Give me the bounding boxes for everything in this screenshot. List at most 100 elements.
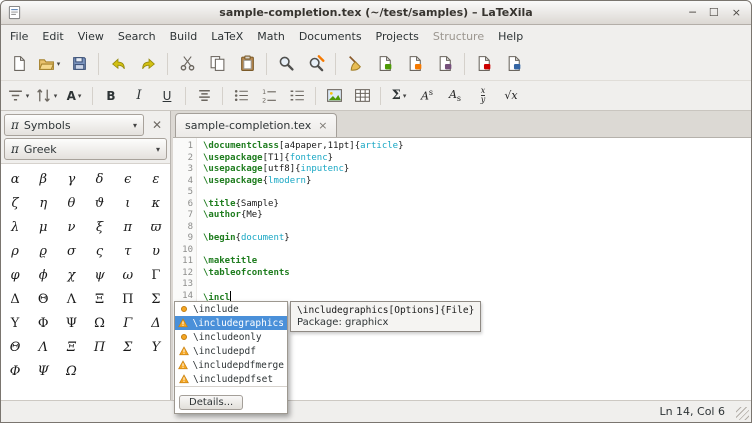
- close-sidebar-button[interactable]: ✕: [147, 115, 167, 135]
- tab-close-icon[interactable]: ×: [318, 120, 327, 131]
- search-replace-button[interactable]: [301, 51, 331, 77]
- clean-build-files-button[interactable]: [340, 51, 370, 77]
- enumerate-button[interactable]: 12: [255, 85, 283, 107]
- character-size-dropdown[interactable]: A▾: [60, 85, 88, 107]
- menu-search[interactable]: Search: [111, 26, 163, 47]
- greek-symbol[interactable]: ϵ: [114, 167, 142, 191]
- greek-symbol[interactable]: ζ: [1, 191, 29, 215]
- compile-pdflatex-button[interactable]: [400, 51, 430, 77]
- menu-file[interactable]: File: [3, 26, 35, 47]
- fraction-button[interactable]: xy: [469, 85, 497, 107]
- greek-symbol[interactable]: Γ: [142, 263, 170, 287]
- convert-document-button[interactable]: [430, 51, 460, 77]
- greek-symbol[interactable]: Λ: [57, 287, 85, 311]
- search-button[interactable]: [271, 51, 301, 77]
- greek-symbol[interactable]: ρ: [1, 239, 29, 263]
- greek-symbol[interactable]: θ: [57, 191, 85, 215]
- paste-button[interactable]: [232, 51, 262, 77]
- greek-symbol[interactable]: Υ: [142, 335, 170, 359]
- menu-projects[interactable]: Projects: [369, 26, 426, 47]
- description-button[interactable]: [283, 85, 311, 107]
- minimize-button[interactable]: ─: [689, 7, 696, 18]
- new-document-button[interactable]: [4, 51, 34, 77]
- completion-item[interactable]: \includepdf: [175, 344, 287, 358]
- greek-symbol[interactable]: σ: [57, 239, 85, 263]
- greek-symbol[interactable]: δ: [85, 167, 113, 191]
- greek-symbol[interactable]: Δ: [142, 311, 170, 335]
- copy-button[interactable]: [202, 51, 232, 77]
- greek-symbol[interactable]: π: [114, 215, 142, 239]
- greek-symbol[interactable]: χ: [57, 263, 85, 287]
- completion-item[interactable]: \includeonly: [175, 330, 287, 344]
- tab-sample-completion[interactable]: sample-completion.tex ×: [175, 113, 337, 137]
- greek-symbol[interactable]: Θ: [29, 287, 57, 311]
- menu-math[interactable]: Math: [250, 26, 292, 47]
- menu-edit[interactable]: Edit: [35, 26, 70, 47]
- greek-symbol[interactable]: Π: [85, 335, 113, 359]
- greek-symbol[interactable]: Υ: [1, 311, 29, 335]
- resize-grip[interactable]: [736, 407, 749, 420]
- greek-symbol[interactable]: ϖ: [142, 215, 170, 239]
- save-button[interactable]: [64, 51, 94, 77]
- compile-latex-button[interactable]: [370, 51, 400, 77]
- maximize-button[interactable]: ☐: [709, 7, 719, 18]
- greek-symbol[interactable]: ω: [114, 263, 142, 287]
- greek-symbol[interactable]: λ: [1, 215, 29, 239]
- details-button[interactable]: Details...: [179, 395, 243, 410]
- completion-item[interactable]: \includepdfmerge: [175, 358, 287, 372]
- insert-table-button[interactable]: [348, 85, 376, 107]
- titlebar[interactable]: sample-completion.tex (~/test/samples) –…: [1, 1, 751, 25]
- greek-symbol[interactable]: Θ: [1, 335, 29, 359]
- menu-build[interactable]: Build: [163, 26, 205, 47]
- undo-button[interactable]: [103, 51, 133, 77]
- greek-symbol[interactable]: ϱ: [29, 239, 57, 263]
- menu-documents[interactable]: Documents: [292, 26, 369, 47]
- greek-symbol[interactable]: Φ: [1, 359, 29, 383]
- greek-symbol[interactable]: ι: [114, 191, 142, 215]
- sections-dropdown[interactable]: ▾: [4, 85, 32, 107]
- greek-symbol[interactable]: Ω: [85, 311, 113, 335]
- greek-symbol[interactable]: ψ: [85, 263, 113, 287]
- greek-symbol[interactable]: β: [29, 167, 57, 191]
- greek-symbol[interactable]: Ω: [57, 359, 85, 383]
- greek-symbol[interactable]: ϕ: [29, 263, 57, 287]
- view-pdf-button[interactable]: [469, 51, 499, 77]
- math-dropdown[interactable]: Σ▾: [385, 85, 413, 107]
- sqrt-button[interactable]: √x: [497, 85, 525, 107]
- greek-symbol[interactable]: γ: [57, 167, 85, 191]
- itemize-button[interactable]: [227, 85, 255, 107]
- greek-symbol[interactable]: ς: [85, 239, 113, 263]
- greek-symbol[interactable]: τ: [114, 239, 142, 263]
- symbol-category-selector[interactable]: π Greek ▾: [4, 138, 167, 160]
- completion-item[interactable]: \include: [175, 302, 287, 316]
- underline-button[interactable]: U: [153, 85, 181, 107]
- close-button[interactable]: ×: [732, 7, 741, 18]
- greek-symbol[interactable]: Ψ: [29, 359, 57, 383]
- greek-symbol[interactable]: Ξ: [57, 335, 85, 359]
- bold-button[interactable]: B: [97, 85, 125, 107]
- menu-latex[interactable]: LaTeX: [204, 26, 250, 47]
- greek-symbol[interactable]: α: [1, 167, 29, 191]
- menu-help[interactable]: Help: [491, 26, 530, 47]
- open-button[interactable]: ▾: [34, 51, 64, 77]
- greek-symbol[interactable]: Σ: [114, 335, 142, 359]
- redo-button[interactable]: [133, 51, 163, 77]
- greek-symbol[interactable]: η: [29, 191, 57, 215]
- completion-item[interactable]: \includepdfset: [175, 372, 287, 386]
- greek-symbol[interactable]: Σ: [142, 287, 170, 311]
- greek-symbol[interactable]: υ: [142, 239, 170, 263]
- greek-symbol[interactable]: Λ: [29, 335, 57, 359]
- greek-symbol[interactable]: ξ: [85, 215, 113, 239]
- insert-image-button[interactable]: [320, 85, 348, 107]
- center-button[interactable]: [190, 85, 218, 107]
- greek-symbol[interactable]: ε: [142, 167, 170, 191]
- greek-symbol[interactable]: ϑ: [85, 191, 113, 215]
- references-dropdown[interactable]: ▾: [32, 85, 60, 107]
- greek-symbol[interactable]: ν: [57, 215, 85, 239]
- greek-symbol[interactable]: Δ: [1, 287, 29, 311]
- italic-button[interactable]: I: [125, 85, 153, 107]
- menu-view[interactable]: View: [71, 26, 111, 47]
- completion-item[interactable]: \includegraphics: [175, 316, 287, 330]
- side-panel-selector[interactable]: π Symbols ▾: [4, 114, 144, 136]
- superscript-button[interactable]: As: [413, 85, 441, 107]
